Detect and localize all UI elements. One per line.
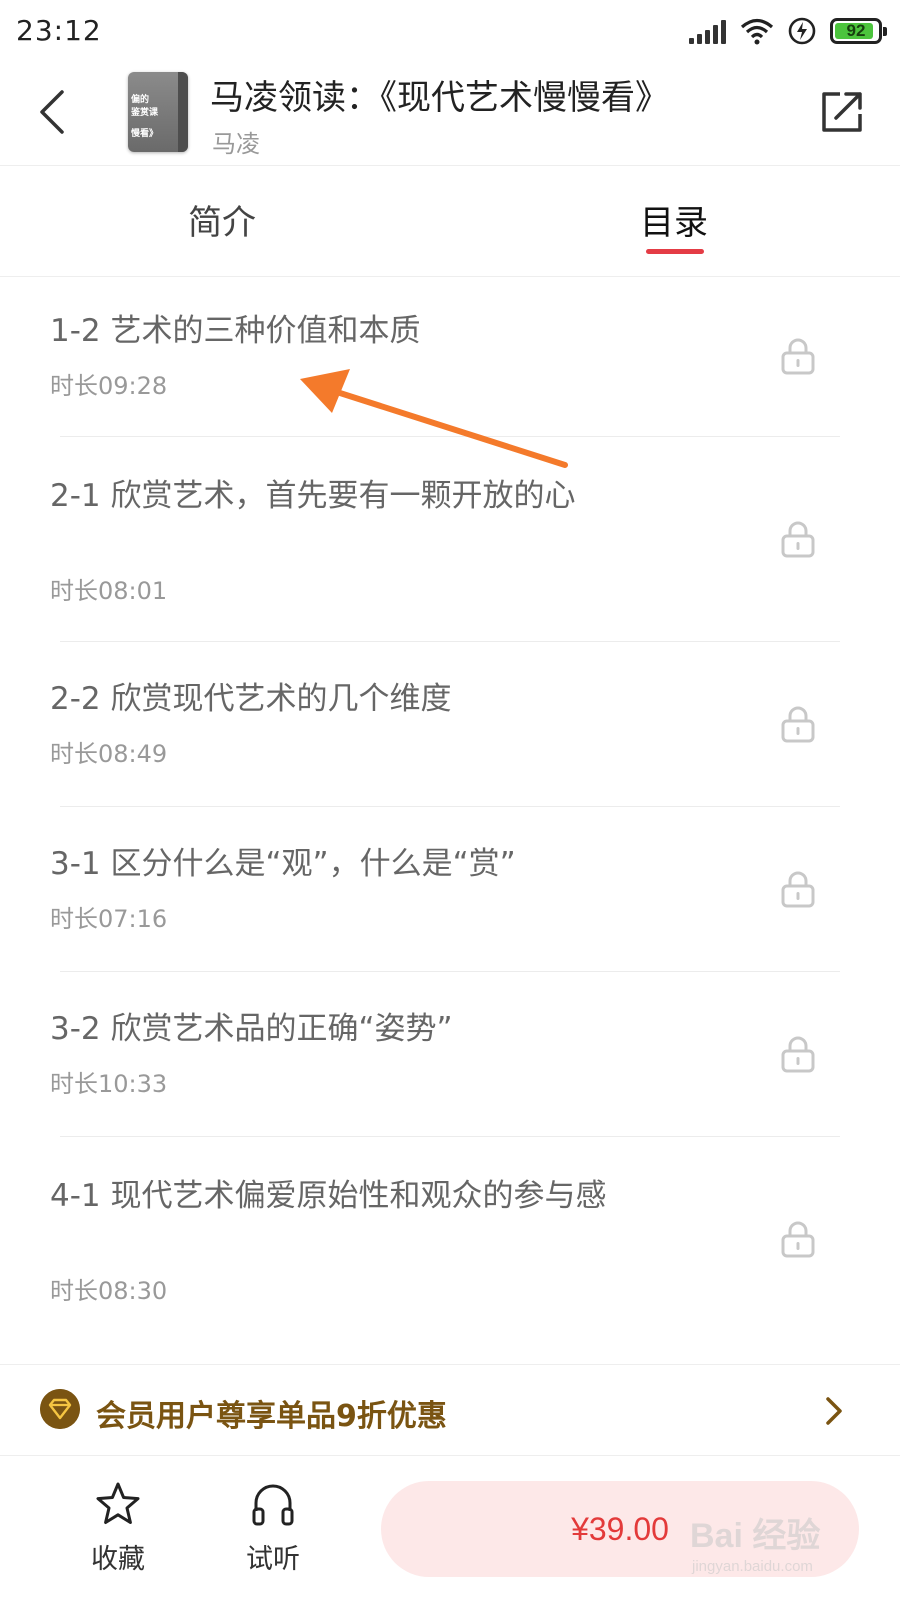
member-promo-bar[interactable]: 会员用户尊享单品9折优惠 bbox=[0, 1364, 900, 1456]
chevron-right-icon bbox=[826, 1397, 842, 1425]
chapter-duration: 时长08:49 bbox=[50, 740, 168, 768]
tab-catalog[interactable]: 目录 bbox=[640, 195, 708, 244]
headphones-icon bbox=[252, 1484, 294, 1526]
price-label: ¥39.00 bbox=[571, 1510, 669, 1547]
chapter-title: 3-1 区分什么是“观”，什么是“赏” bbox=[50, 846, 516, 882]
status-time: 23:12 bbox=[16, 14, 102, 47]
diamond-badge-icon bbox=[40, 1389, 80, 1429]
star-icon bbox=[96, 1482, 140, 1524]
battery-icon: 92 bbox=[830, 18, 887, 44]
chapter-duration: 时长09:28 bbox=[50, 372, 168, 400]
chapter-title: 4-1 现代艺术偏爱原始性和观众的参与感 bbox=[50, 1178, 607, 1214]
trial-listen-button[interactable]: 试听 bbox=[223, 1481, 323, 1581]
promo-text: 会员用户尊享单品9折优惠 bbox=[96, 1399, 447, 1434]
cover-spine bbox=[178, 72, 188, 152]
chevron-left-icon bbox=[40, 90, 64, 134]
share-button[interactable] bbox=[814, 84, 870, 140]
header: 偏的 鉴赏课 慢看》 马凌领读：《现代艺术慢慢看》 马凌 bbox=[0, 62, 900, 166]
page-title: 马凌领读：《现代艺术慢慢看》 bbox=[210, 78, 669, 118]
lock-icon bbox=[781, 338, 815, 375]
battery-level: 92 bbox=[846, 21, 866, 40]
chapter-title: 2-2 欣赏现代艺术的几个维度 bbox=[50, 681, 452, 717]
chapter-title: 2-1 欣赏艺术，首先要有一颗开放的心 bbox=[50, 478, 576, 514]
back-button[interactable] bbox=[28, 84, 84, 140]
trial-label: 试听 bbox=[246, 1544, 300, 1575]
lock-icon bbox=[781, 1221, 815, 1258]
status-icons: 92 bbox=[689, 14, 887, 48]
buy-button[interactable]: ¥39.00 bbox=[381, 1481, 859, 1577]
chapter-item[interactable]: 3-1 区分什么是“观”，什么是“赏” 时长07:16 bbox=[0, 807, 900, 971]
chapter-title: 3-2 欣赏艺术品的正确“姿势” bbox=[50, 1011, 453, 1047]
chapter-duration: 时长08:01 bbox=[50, 577, 168, 605]
chapter-item[interactable]: 2-2 欣赏现代艺术的几个维度 时长08:49 bbox=[0, 642, 900, 806]
signal-icon bbox=[689, 18, 726, 44]
chapter-duration: 时长07:16 bbox=[50, 905, 168, 933]
bottom-bar: 收藏 试听 ¥39.00 bbox=[0, 1457, 900, 1600]
active-tab-indicator bbox=[646, 249, 704, 254]
tab-intro[interactable]: 简介 bbox=[188, 195, 256, 244]
annotation-arrow-icon bbox=[300, 369, 568, 468]
chapter-duration: 时长10:33 bbox=[50, 1070, 168, 1098]
status-bar: 23:12 92 bbox=[0, 0, 900, 62]
favorite-button[interactable]: 收藏 bbox=[68, 1481, 168, 1581]
book-cover[interactable]: 偏的 鉴赏课 慢看》 bbox=[128, 72, 188, 152]
chapter-item[interactable]: 3-2 欣赏艺术品的正确“姿势” 时长10:33 bbox=[0, 972, 900, 1136]
cover-line: 偏的 bbox=[131, 95, 150, 105]
share-external-icon bbox=[822, 92, 862, 132]
cover-line: 鉴赏课 bbox=[131, 108, 159, 118]
author-name[interactable]: 马凌 bbox=[212, 124, 260, 159]
chapter-item[interactable]: 4-1 现代艺术偏爱原始性和观众的参与感 时长08:30 bbox=[0, 1137, 900, 1341]
chapter-title: 1-2 艺术的三种价值和本质 bbox=[50, 313, 421, 349]
lock-icon bbox=[781, 706, 815, 743]
charging-icon bbox=[788, 17, 816, 45]
lock-icon bbox=[781, 871, 815, 908]
cover-line: 慢看》 bbox=[131, 129, 159, 139]
chapter-duration: 时长08:30 bbox=[50, 1277, 168, 1305]
lock-icon bbox=[781, 1036, 815, 1073]
favorite-label: 收藏 bbox=[91, 1544, 145, 1575]
wifi-icon bbox=[740, 18, 774, 45]
tab-bar: 简介 目录 bbox=[0, 167, 900, 277]
lock-icon bbox=[781, 521, 815, 558]
